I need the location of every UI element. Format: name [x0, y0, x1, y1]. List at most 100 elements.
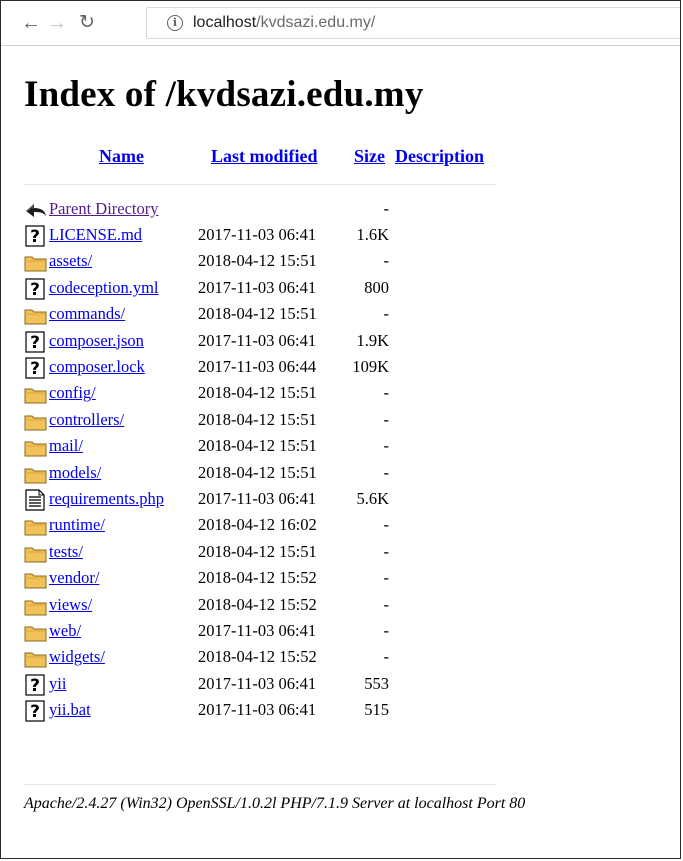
- folder-icon: [24, 647, 48, 669]
- file-link[interactable]: web/: [49, 621, 81, 641]
- file-link[interactable]: runtime/: [49, 515, 105, 535]
- sort-by-name-link[interactable]: Name: [99, 146, 144, 166]
- info-icon[interactable]: i: [167, 15, 183, 31]
- last-modified: 2017-11-03 06:44: [198, 357, 317, 376]
- last-modified: 2017-11-03 06:41: [198, 489, 317, 508]
- file-size: -: [383, 541, 390, 561]
- file-size: -: [383, 568, 390, 588]
- list-item: ? composer.json 2017-11-03 06:41 1.9K: [24, 329, 524, 355]
- column-header-description[interactable]: Description: [395, 146, 484, 167]
- last-modified: 2018-04-12 15:51: [198, 409, 317, 429]
- sort-by-last-modified-link[interactable]: Last modified: [211, 146, 318, 166]
- file-link[interactable]: tests/: [49, 542, 83, 562]
- file-link[interactable]: vendor/: [49, 568, 99, 588]
- file-link[interactable]: commands/: [49, 304, 125, 324]
- unknown-file-icon: ?: [24, 700, 48, 722]
- file-link[interactable]: controllers/: [49, 410, 124, 430]
- file-link[interactable]: codeception.yml: [49, 278, 159, 298]
- file-link[interactable]: widgets/: [49, 647, 105, 667]
- folder-icon: [24, 568, 48, 590]
- last-modified: 2018-04-12 15:52: [198, 568, 317, 588]
- file-link[interactable]: yii: [49, 674, 66, 694]
- last-modified: 2018-04-12 15:51: [198, 436, 317, 456]
- text-file-icon: [24, 489, 48, 511]
- url-text[interactable]: localhost/kvdsazi.edu.my/: [193, 14, 375, 32]
- reload-icon[interactable]: ↻: [77, 13, 97, 33]
- folder-icon: [24, 436, 48, 458]
- browser-window: ← → ↻ i localhost/kvdsazi.edu.my/ Index …: [0, 0, 681, 859]
- file-link[interactable]: composer.lock: [49, 357, 145, 377]
- file-link[interactable]: models/: [49, 463, 101, 483]
- column-header-size[interactable]: Size: [354, 146, 385, 167]
- unknown-file-icon: ?: [24, 225, 48, 247]
- file-link[interactable]: composer.json: [49, 331, 144, 351]
- forward-arrow-icon[interactable]: →: [47, 13, 67, 33]
- file-link[interactable]: config/: [49, 383, 96, 403]
- column-header-last-modified[interactable]: Last modified: [211, 146, 318, 167]
- column-header-name[interactable]: Name: [99, 146, 144, 167]
- folder-icon: [24, 515, 48, 537]
- list-item: ? yii.bat 2017-11-03 06:41 515: [24, 698, 524, 724]
- list-item: assets/2018-04-12 15:51 -: [24, 249, 524, 275]
- last-modified: 2018-04-12 15:52: [198, 647, 317, 667]
- address-bar[interactable]: i localhost/kvdsazi.edu.my/: [146, 7, 680, 39]
- file-link[interactable]: assets/: [49, 251, 92, 271]
- file-link[interactable]: requirements.php: [49, 489, 164, 509]
- unknown-file-icon: ?: [24, 278, 48, 300]
- sort-by-size-link[interactable]: Size: [354, 146, 385, 166]
- svg-text:?: ?: [30, 280, 40, 300]
- last-modified: 2018-04-12 15:51: [198, 462, 317, 482]
- list-item: commands/2018-04-12 15:51 -: [24, 302, 524, 328]
- list-item: ? LICENSE.md 2017-11-03 06:41 1.6K: [24, 223, 524, 249]
- file-size: -: [383, 436, 390, 456]
- unknown-file-icon: ?: [24, 357, 48, 379]
- list-item: requirements.php 2017-11-03 06:41 5.6K: [24, 487, 524, 513]
- file-size: -: [383, 515, 390, 535]
- list-item: web/2017-11-03 06:41 -: [24, 619, 524, 645]
- list-item: controllers/2018-04-12 15:51 -: [24, 408, 524, 434]
- file-size: 515: [364, 700, 389, 720]
- last-modified: 2018-04-12 15:51: [198, 251, 317, 271]
- file-size: 553: [364, 673, 389, 693]
- folder-icon: [24, 595, 48, 617]
- file-link[interactable]: mail/: [49, 436, 83, 456]
- file-link[interactable]: LICENSE.md: [49, 225, 142, 245]
- list-item: ? composer.lock 2017-11-03 06:44 109K: [24, 355, 524, 381]
- footer-divider: [24, 784, 496, 785]
- file-link[interactable]: views/: [49, 595, 92, 615]
- file-size: -: [383, 304, 390, 324]
- list-item: vendor/2018-04-12 15:52 -: [24, 566, 524, 592]
- sort-by-description-link[interactable]: Description: [395, 146, 484, 166]
- last-modified: 2017-11-03 06:41: [198, 225, 317, 244]
- list-item: tests/2018-04-12 15:51 -: [24, 540, 524, 566]
- svg-text:?: ?: [30, 702, 40, 722]
- folder-icon: [24, 251, 48, 273]
- list-item: views/2018-04-12 15:52 -: [24, 593, 524, 619]
- url-host: localhost: [193, 14, 257, 31]
- file-size: 109K: [352, 357, 389, 376]
- back-arrow-icon: [24, 199, 48, 221]
- file-size: -: [383, 647, 390, 667]
- file-size: -: [383, 462, 390, 482]
- folder-icon: [24, 304, 48, 326]
- file-size: -: [383, 199, 390, 218]
- list-item: ? yii 2017-11-03 06:41 553: [24, 672, 524, 698]
- list-item: models/2018-04-12 15:51 -: [24, 461, 524, 487]
- parent-directory-link[interactable]: Parent Directory: [49, 199, 159, 219]
- file-size: 800: [364, 277, 389, 297]
- page-title: Index of /kvdsazi.edu.my: [24, 74, 424, 115]
- svg-text:?: ?: [30, 359, 40, 379]
- svg-text:?: ?: [30, 333, 40, 353]
- parent-directory-row: Parent Directory -: [24, 197, 524, 223]
- last-modified: 2018-04-12 15:51: [198, 304, 317, 324]
- list-item: mail/2018-04-12 15:51 -: [24, 434, 524, 460]
- list-item: config/2018-04-12 15:51 -: [24, 381, 524, 407]
- last-modified: 2018-04-12 16:02: [198, 515, 317, 535]
- back-arrow-icon[interactable]: ←: [21, 13, 41, 33]
- file-link[interactable]: yii.bat: [49, 700, 91, 720]
- last-modified: 2017-11-03 06:41: [198, 277, 317, 297]
- folder-icon: [24, 621, 48, 643]
- last-modified: 2017-11-03 06:41: [198, 621, 317, 640]
- folder-icon: [24, 542, 48, 564]
- list-item: ? codeception.yml 2017-11-03 06:41 800: [24, 276, 524, 302]
